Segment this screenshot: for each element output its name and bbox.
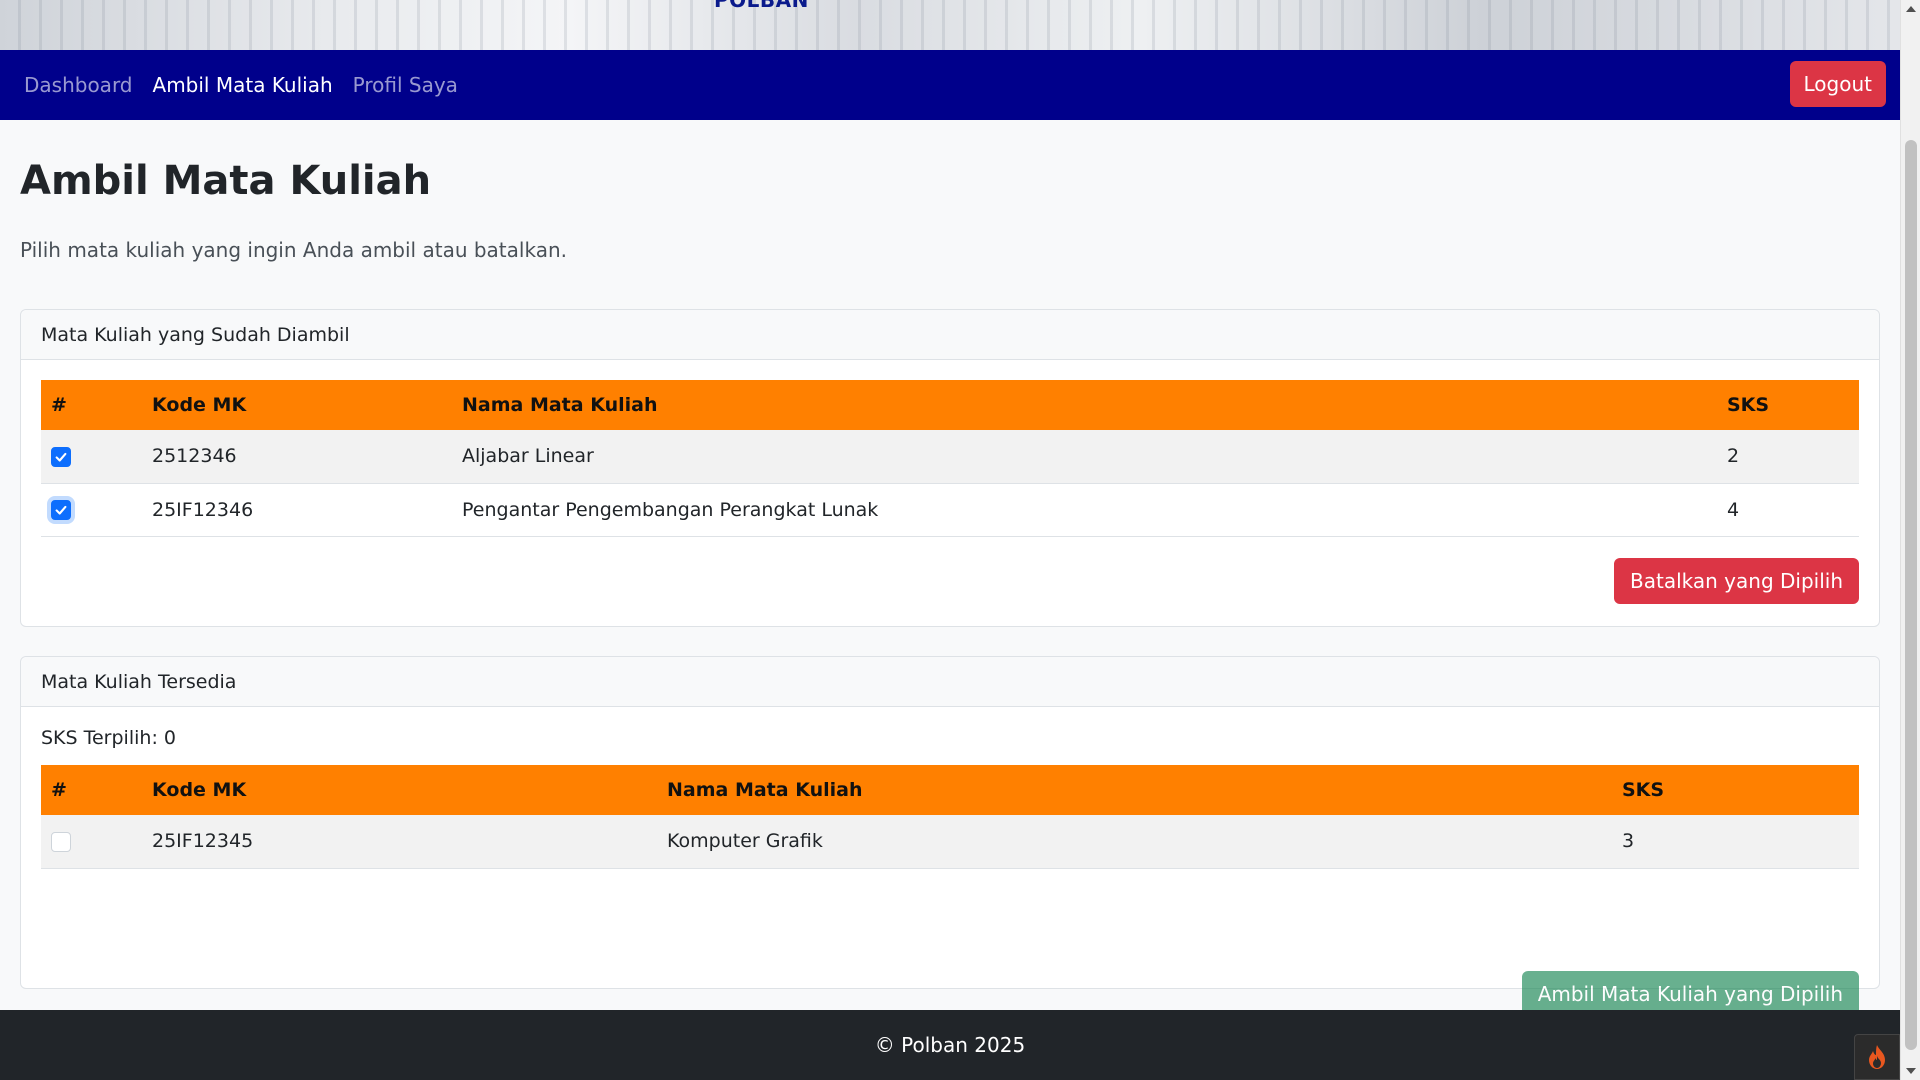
- page-footer: © Polban 2025: [0, 1010, 1900, 1080]
- row-select-cell: [41, 430, 142, 484]
- column-header-kode-mk: Kode MK: [152, 394, 247, 416]
- kode-mk-cell: 25IF12345: [142, 815, 657, 869]
- nav-link-profil-saya[interactable]: Profil Saya: [353, 73, 458, 97]
- check-icon: [55, 452, 67, 462]
- main-content: Ambil Mata Kuliah Pilih mata kuliah yang…: [20, 120, 1880, 1017]
- scroll-down-arrow-icon[interactable]: [1906, 1068, 1916, 1074]
- hero-banner: POLBAN: [0, 0, 1900, 50]
- row-checkbox[interactable]: [51, 831, 71, 852]
- available-courses-table: # Kode MK Nama Mata Kuliah SKS 25IF12345…: [41, 765, 1859, 869]
- column-header-kode-mk: Kode MK: [152, 779, 247, 801]
- flame-icon: [1869, 1045, 1885, 1069]
- cancel-selected-button[interactable]: Batalkan yang Dipilih: [1614, 558, 1859, 604]
- row-select-cell: [41, 815, 142, 869]
- column-header-nama-mata-kuliah: Nama Mata Kuliah: [462, 394, 658, 416]
- table-header-row: # Kode MK Nama Mata Kuliah SKS: [41, 765, 1859, 815]
- sks-cell: 2: [1717, 430, 1859, 484]
- table-row: 2512346 Aljabar Linear 2: [41, 430, 1859, 484]
- brand-logo-text: POLBAN: [714, 0, 809, 12]
- nav-link-ambil-mata-kuliah[interactable]: Ambil Mata Kuliah: [153, 73, 333, 97]
- footer-copyright: © Polban 2025: [874, 1033, 1026, 1057]
- taken-courses-body: # Kode MK Nama Mata Kuliah SKS 2512346 A…: [21, 360, 1879, 604]
- row-select-cell: [41, 483, 142, 537]
- row-checkbox[interactable]: [51, 500, 71, 520]
- vertical-scrollbar[interactable]: [1900, 0, 1920, 1080]
- taken-courses-table: # Kode MK Nama Mata Kuliah SKS 2512346 A…: [41, 380, 1859, 537]
- table-row: 25IF12345 Komputer Grafik 3: [41, 815, 1859, 869]
- available-courses-body: SKS Terpilih: 0 # Kode MK Nama Mata Kuli…: [21, 707, 1879, 1017]
- row-checkbox[interactable]: [51, 446, 71, 467]
- column-header-number: #: [51, 394, 67, 416]
- available-courses-card: Mata Kuliah Tersedia SKS Terpilih: 0 # K…: [20, 656, 1880, 1017]
- nama-mata-kuliah-cell: Aljabar Linear: [452, 430, 1717, 484]
- nama-mata-kuliah-cell: Pengantar Pengembangan Perangkat Lunak: [452, 483, 1717, 537]
- available-courses-header: Mata Kuliah Tersedia: [21, 657, 1879, 707]
- nav-link-dashboard[interactable]: Dashboard: [24, 73, 133, 97]
- check-icon: [55, 505, 67, 515]
- kode-mk-cell: 25IF12346: [142, 483, 452, 537]
- taken-courses-card: Mata Kuliah yang Sudah Diambil # Kode MK…: [20, 309, 1880, 627]
- scroll-up-arrow-icon[interactable]: [1906, 6, 1916, 12]
- page-description: Pilih mata kuliah yang ingin Anda ambil …: [20, 238, 567, 262]
- table-header-row: # Kode MK Nama Mata Kuliah SKS: [41, 380, 1859, 430]
- extension-badge[interactable]: [1854, 1034, 1900, 1080]
- logout-button[interactable]: Logout: [1789, 61, 1886, 107]
- table-row: 25IF12346 Pengantar Pengembangan Perangk…: [41, 483, 1859, 537]
- sks-cell: 3: [1612, 815, 1859, 869]
- scroll-thumb[interactable]: [1905, 140, 1917, 1050]
- kode-mk-cell: 2512346: [142, 430, 452, 484]
- column-header-nama-mata-kuliah: Nama Mata Kuliah: [667, 779, 863, 801]
- selected-sks-counter: SKS Terpilih: 0: [41, 727, 176, 749]
- column-header-number: #: [51, 779, 67, 801]
- column-header-sks: SKS: [1622, 779, 1665, 801]
- column-header-sks: SKS: [1727, 394, 1770, 416]
- page-title: Ambil Mata Kuliah: [20, 158, 432, 204]
- nama-mata-kuliah-cell: Komputer Grafik: [657, 815, 1612, 869]
- building-image: [0, 0, 1900, 50]
- taken-courses-header: Mata Kuliah yang Sudah Diambil: [21, 310, 1879, 360]
- top-navbar: Dashboard Ambil Mata Kuliah Profil Saya …: [0, 50, 1900, 120]
- sks-cell: 4: [1717, 483, 1859, 537]
